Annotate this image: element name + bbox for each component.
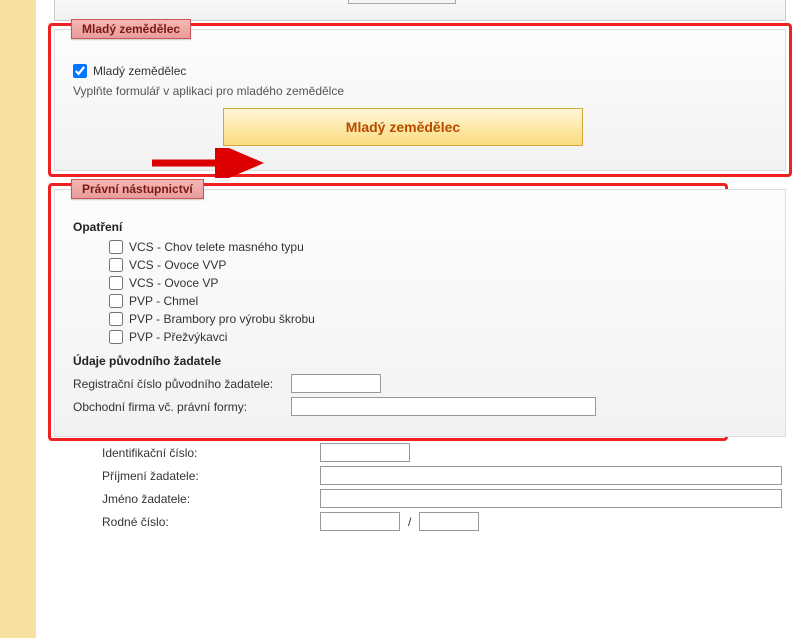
opatreni-header: Opatření	[73, 220, 761, 234]
opatreni-row: PVP - Brambory pro výrobu škrobu	[73, 312, 761, 326]
opatreni-label: VCS - Ovoce VP	[129, 276, 218, 290]
prijmeni-row: Příjmení žadatele:	[58, 466, 782, 485]
mlady-hint: Vyplňte formulář v aplikaci pro mladého …	[73, 84, 767, 98]
top-panel: Zvětšení plochy pro odstavená selata Sez…	[54, 0, 786, 21]
opatreni-checkbox[interactable]	[109, 294, 123, 308]
rodne-cislo-sep: /	[408, 515, 411, 529]
opatreni-checkbox[interactable]	[109, 312, 123, 326]
pravni-fieldset: Právní nástupnictví Opatření VCS - Chov …	[54, 189, 786, 437]
top-row: Zvětšení plochy pro odstavená selata Sez…	[73, 0, 767, 10]
opatreni-label: PVP - Chmel	[129, 294, 198, 308]
opatreni-row: VCS - Ovoce VVP	[73, 258, 761, 272]
prijmeni-input[interactable]	[320, 466, 782, 485]
mlady-fieldset: Mladý zemědělec Mladý zemědělec Vyplňte …	[54, 29, 786, 171]
opatreni-label: VCS - Ovoce VVP	[129, 258, 226, 272]
jmeno-input[interactable]	[320, 489, 782, 508]
mlady-zemedelec-section: Mladý zemědělec Mladý zemědělec Vyplňte …	[54, 29, 786, 171]
opatreni-row: PVP - Chmel	[73, 294, 761, 308]
rodne-cislo-row: Rodné číslo: /	[58, 512, 782, 531]
firma-input[interactable]	[291, 397, 596, 416]
opatreni-row: VCS - Ovoce VP	[73, 276, 761, 290]
main-content: Zvětšení plochy pro odstavená selata Sez…	[36, 0, 804, 535]
id-cislo-input[interactable]	[320, 443, 410, 462]
reg-cislo-row: Registrační číslo původního žadatele:	[73, 374, 761, 393]
rodne-cislo-b-input[interactable]	[419, 512, 479, 531]
firma-row: Obchodní firma vč. právní formy:	[73, 397, 761, 416]
id-cislo-row: Identifikační číslo:	[58, 443, 782, 462]
arrow-icon	[147, 148, 277, 178]
opatreni-label: PVP - Přežvýkavci	[129, 330, 227, 344]
mlady-checkbox-label: Mladý zemědělec	[93, 64, 186, 78]
id-cislo-label: Identifikační číslo:	[58, 446, 312, 460]
rodne-cislo-a-input[interactable]	[320, 512, 400, 531]
mlady-checkbox-row: Mladý zemědělec	[73, 64, 767, 78]
seznam-objektu-button[interactable]: Seznam objektů	[348, 0, 456, 4]
opatreni-row: VCS - Chov telete masného typu	[73, 240, 761, 254]
opatreni-checkbox[interactable]	[109, 258, 123, 272]
pravni-nastupnictvi-section: Právní nástupnictví Opatření VCS - Chov …	[54, 189, 786, 437]
applicant-fields: Identifikační číslo: Příjmení žadatele: …	[36, 443, 804, 531]
mlady-legend: Mladý zemědělec	[71, 19, 191, 39]
jmeno-label: Jméno žadatele:	[58, 492, 312, 506]
reg-cislo-input[interactable]	[291, 374, 381, 393]
opatreni-row: PVP - Přežvýkavci	[73, 330, 761, 344]
mlady-checkbox[interactable]	[73, 64, 87, 78]
pravni-legend: Právní nástupnictví	[71, 179, 204, 199]
reg-cislo-label: Registrační číslo původního žadatele:	[73, 377, 283, 391]
prijmeni-label: Příjmení žadatele:	[58, 469, 312, 483]
opatreni-label: PVP - Brambory pro výrobu škrobu	[129, 312, 315, 326]
jmeno-row: Jméno žadatele:	[58, 489, 782, 508]
firma-label: Obchodní firma vč. právní formy:	[73, 400, 283, 414]
rodne-cislo-label: Rodné číslo:	[58, 515, 312, 529]
udaje-header: Údaje původního žadatele	[73, 354, 761, 368]
opatreni-checkbox[interactable]	[109, 330, 123, 344]
opatreni-checkbox[interactable]	[109, 240, 123, 254]
mlady-zemedelec-button[interactable]: Mladý zemědělec	[223, 108, 583, 146]
opatreni-checkbox[interactable]	[109, 276, 123, 290]
opatreni-label: VCS - Chov telete masného typu	[129, 240, 304, 254]
left-sidebar-accent	[0, 0, 36, 638]
